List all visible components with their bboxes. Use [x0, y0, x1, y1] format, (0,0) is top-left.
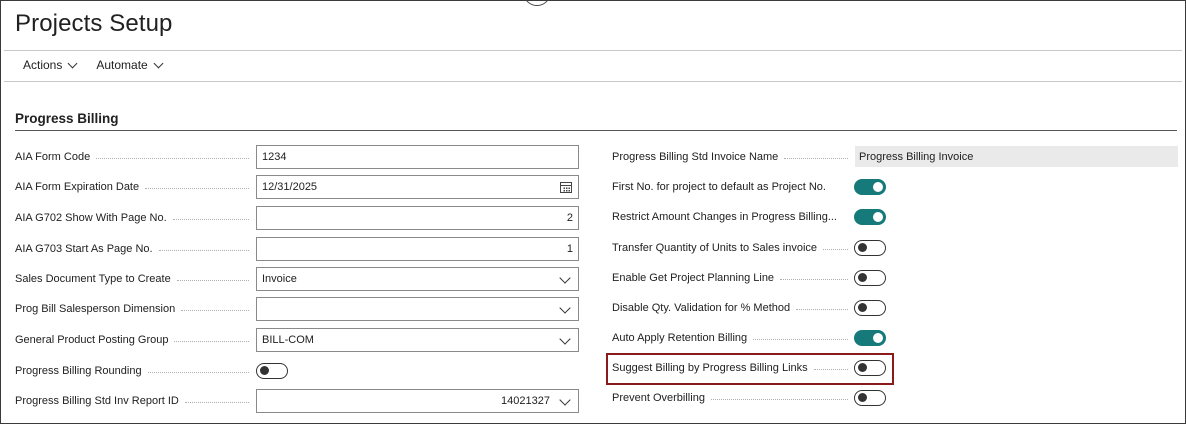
field-label: AIA G703 Start As Page No. — [15, 243, 153, 255]
enable-get-planning-line-toggle[interactable] — [854, 270, 886, 286]
field-label: Sales Document Type to Create — [15, 273, 171, 285]
field-label: Progress Billing Std Invoice Name — [612, 151, 779, 163]
field-row-transfer-quantity: Transfer Quantity of Units to Sales invo… — [612, 236, 854, 260]
leader-dots — [147, 371, 249, 373]
aia-form-expiration-date-input[interactable]: 12/31/2025 — [256, 175, 579, 199]
field-row-enable-get-planning-line: Enable Get Project Planning Line — [612, 266, 854, 290]
sales-document-type-select[interactable]: Invoice — [256, 267, 579, 291]
leader-dots — [813, 368, 848, 370]
leader-dots — [753, 338, 848, 340]
action-bar: Actions Automate — [23, 58, 164, 72]
field-label: AIA Form Expiration Date — [15, 181, 140, 193]
field-label: Restrict Amount Changes in Progress Bill… — [612, 211, 837, 223]
leader-dots — [184, 401, 249, 403]
calendar-icon[interactable] — [560, 182, 572, 193]
field-label: First No. for project to default as Proj… — [612, 181, 826, 193]
field-row-general-product-posting-group: General Product Posting Group — [15, 328, 255, 352]
divider — [4, 81, 1182, 82]
leader-dots — [172, 218, 249, 220]
leader-dots — [796, 308, 848, 310]
date-value: 12/31/2025 — [262, 181, 318, 193]
field-label: Disable Qty. Validation for % Method — [612, 302, 791, 314]
section-title: Progress Billing — [15, 111, 119, 126]
transfer-quantity-toggle[interactable] — [854, 240, 886, 256]
page-title: Projects Setup — [15, 10, 173, 37]
leader-dots — [710, 398, 848, 400]
suggest-billing-links-toggle[interactable] — [854, 360, 886, 376]
field-label: Auto Apply Retention Billing — [612, 332, 748, 344]
field-row-std-invoice-name: Progress Billing Std Invoice Name — [612, 145, 854, 169]
field-row-auto-apply-retention: Auto Apply Retention Billing — [612, 326, 854, 350]
field-label: Progress Billing Rounding — [15, 365, 142, 377]
general-product-posting-group-select[interactable]: BILL-COM — [256, 328, 579, 352]
field-row-aia-g702: AIA G702 Show With Page No. — [15, 206, 255, 230]
progress-billing-rounding-toggle[interactable] — [256, 363, 288, 379]
field-label: Transfer Quantity of Units to Sales invo… — [612, 242, 818, 254]
first-no-default-toggle[interactable] — [854, 179, 886, 195]
prevent-overbilling-toggle[interactable] — [854, 390, 886, 406]
leader-dots — [176, 279, 249, 281]
field-row-std-inv-report-id: Progress Billing Std Inv Report ID — [15, 389, 255, 413]
field-row-disable-qty-validation: Disable Qty. Validation for % Method — [612, 296, 854, 320]
salesperson-dimension-select[interactable] — [256, 297, 579, 321]
leader-dots — [181, 309, 249, 311]
aia-g703-page-no-input[interactable]: 1 — [256, 237, 579, 261]
auto-apply-retention-toggle[interactable] — [854, 330, 886, 346]
std-invoice-name-value: Progress Billing Invoice — [855, 146, 1178, 167]
leader-dots — [823, 248, 848, 250]
field-row-restrict-amount-changes: Restrict Amount Changes in Progress Bill… — [612, 205, 854, 229]
field-row-aia-form-code: AIA Form Code — [15, 145, 255, 169]
divider — [4, 50, 1182, 51]
field-label: Progress Billing Std Inv Report ID — [15, 395, 179, 407]
field-label: Enable Get Project Planning Line — [612, 272, 775, 284]
std-inv-report-id-select[interactable]: 14021327 — [256, 389, 579, 413]
section-divider — [15, 130, 1177, 131]
leader-dots — [784, 157, 848, 159]
actions-menu-button[interactable]: Actions — [23, 58, 78, 72]
actions-menu-label: Actions — [23, 58, 63, 72]
leader-dots — [96, 157, 249, 159]
leader-dots — [158, 249, 249, 251]
field-row-prevent-overbilling: Prevent Overbilling — [612, 386, 854, 410]
leader-dots — [174, 340, 249, 342]
leader-dots — [780, 278, 848, 280]
chevron-down-icon — [153, 58, 164, 68]
field-label: Prog Bill Salesperson Dimension — [15, 303, 176, 315]
field-row-salesperson-dimension: Prog Bill Salesperson Dimension — [15, 297, 255, 321]
disable-qty-validation-toggle[interactable] — [854, 300, 886, 316]
field-label: AIA Form Code — [15, 151, 91, 163]
aia-form-code-input[interactable]: 1234 — [256, 145, 579, 169]
automate-menu-button[interactable]: Automate — [96, 58, 164, 72]
field-row-sales-document-type: Sales Document Type to Create — [15, 267, 255, 291]
field-row-progress-billing-rounding: Progress Billing Rounding — [15, 359, 255, 383]
aia-g702-page-no-input[interactable]: 2 — [256, 206, 579, 230]
field-row-aia-form-expiration-date: AIA Form Expiration Date — [15, 175, 255, 199]
field-row-aia-g703: AIA G703 Start As Page No. — [15, 237, 255, 261]
field-label: General Product Posting Group — [15, 334, 169, 346]
chevron-down-icon — [67, 58, 78, 68]
field-label: Suggest Billing by Progress Billing Link… — [612, 362, 808, 374]
restrict-amount-changes-toggle[interactable] — [854, 209, 886, 225]
field-row-suggest-billing-links: Suggest Billing by Progress Billing Link… — [612, 356, 854, 380]
field-label: AIA G702 Show With Page No. — [15, 212, 167, 224]
field-row-first-no-default: First No. for project to default as Proj… — [612, 175, 854, 199]
leader-dots — [145, 187, 249, 189]
field-label: Prevent Overbilling — [612, 392, 705, 404]
automate-menu-label: Automate — [96, 58, 148, 72]
